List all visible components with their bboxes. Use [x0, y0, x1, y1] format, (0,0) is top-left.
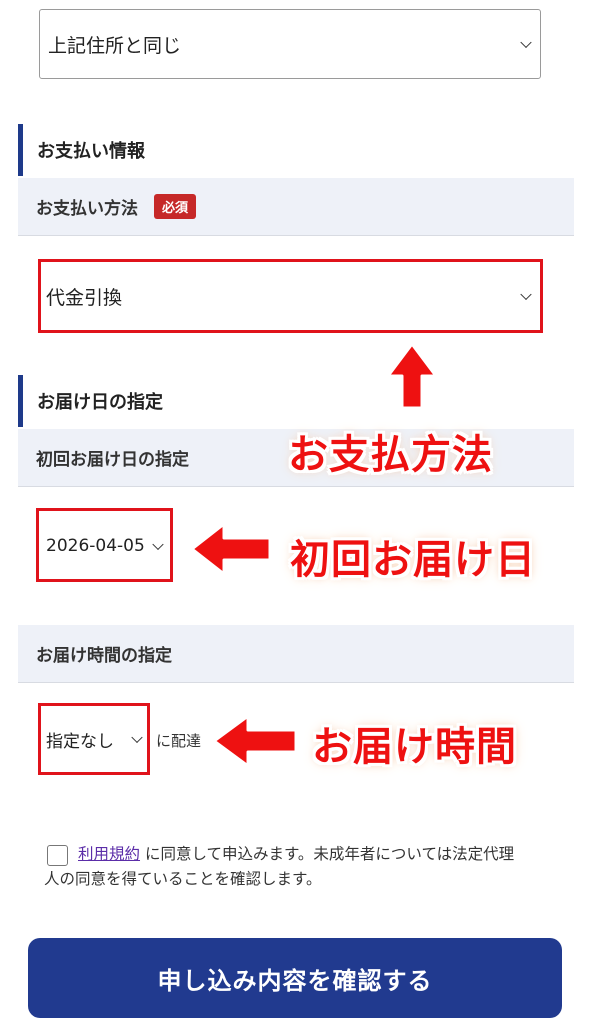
- delivery-time-label: お届け時間の指定: [36, 646, 172, 666]
- consent-text-line2: 人の同意を得ていることを確認します。: [44, 870, 322, 888]
- terms-link[interactable]: 利用規約: [78, 845, 140, 863]
- confirm-order-button[interactable]: 申し込み内容を確認する: [28, 938, 562, 1018]
- payment-method-label: お支払い方法: [36, 199, 138, 219]
- arrow-left-icon: [190, 522, 272, 576]
- first-delivery-date-highlight: [36, 508, 173, 582]
- payment-method-annotation: お支払方法: [288, 432, 493, 478]
- shipping-address-select[interactable]: 上記住所と同じ: [39, 9, 541, 79]
- delivery-section-title-text: お届け日の指定: [37, 392, 163, 413]
- payment-method-header: お支払い方法 必須: [18, 178, 574, 236]
- chevron-down-icon: [520, 36, 532, 49]
- terms-consent-text: 利用規約 に同意して申込みます。未成年者については法定代理 人の同意を得ているこ…: [44, 842, 574, 892]
- arrow-left-icon: [212, 714, 298, 768]
- shipping-address-select-value: 上記住所と同じ: [48, 34, 182, 57]
- confirm-order-button-label: 申し込み内容を確認する: [157, 966, 433, 995]
- arrow-up-icon: [386, 342, 438, 410]
- first-delivery-date-label: 初回お届け日の指定: [36, 450, 189, 470]
- payment-section-title-text: お支払い情報: [37, 141, 145, 162]
- delivery-time-annotation: お届け時間: [312, 724, 517, 770]
- delivery-time-header: お届け時間の指定: [18, 625, 574, 683]
- delivery-time-highlight: [38, 703, 150, 775]
- payment-method-highlight: [38, 259, 543, 333]
- payment-section-title: お支払い情報: [18, 124, 574, 176]
- first-delivery-date-annotation: 初回お届け日: [290, 537, 536, 583]
- required-badge: 必須: [154, 194, 197, 219]
- consent-text-line1: に同意して申込みます。未成年者については法定代理: [140, 845, 515, 863]
- delivery-section-title: お届け日の指定: [18, 375, 574, 427]
- delivery-time-suffix: に配達: [156, 732, 202, 750]
